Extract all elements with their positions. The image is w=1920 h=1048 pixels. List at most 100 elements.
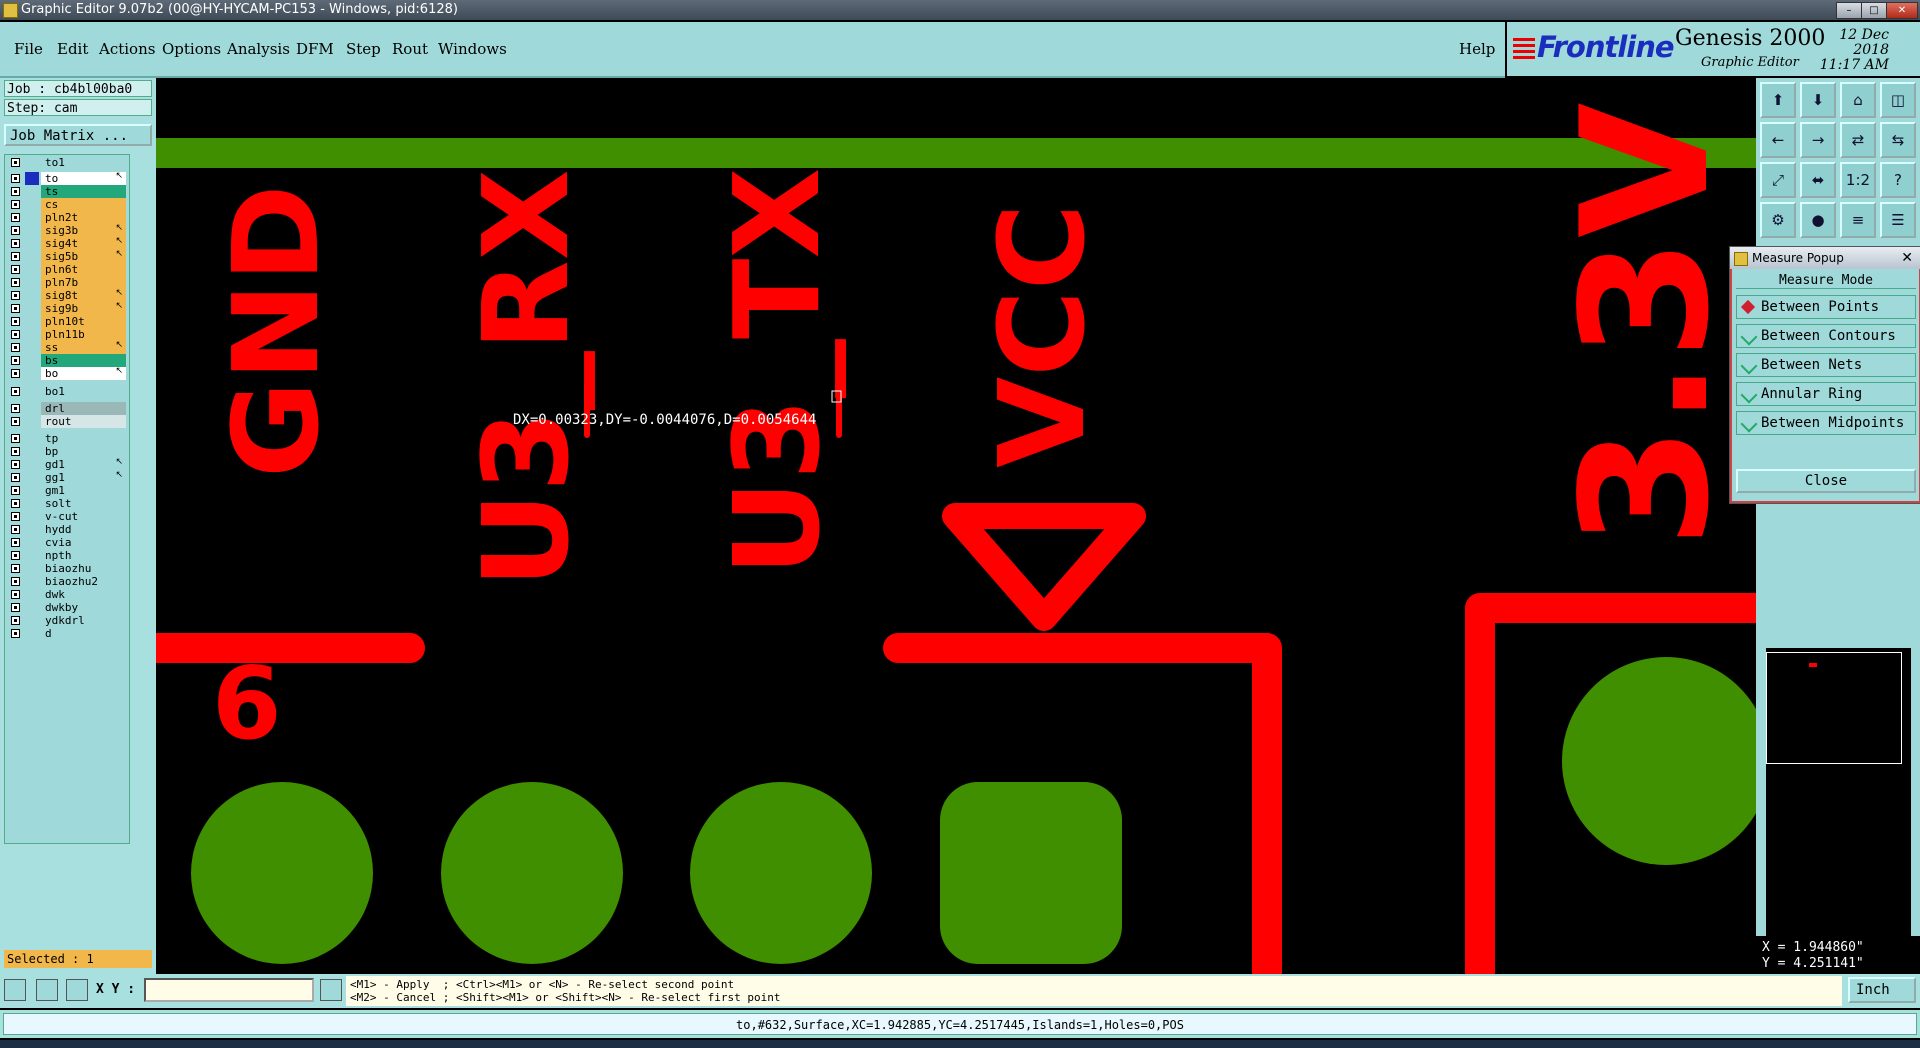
measure-mode-option[interactable]: Between Points (1736, 295, 1916, 319)
layer-row-d[interactable]: d (5, 626, 129, 641)
layer-name[interactable]: bo (41, 367, 126, 380)
layer-display-checkbox[interactable] (11, 330, 20, 339)
layer-display-checkbox[interactable] (11, 387, 20, 396)
xy-label: X Y : (96, 982, 136, 997)
layer-display-checkbox[interactable] (11, 616, 20, 625)
layer-name[interactable]: to1 (41, 156, 126, 169)
pcb-view[interactable]: GND U3_RX U3_TX VCC 3.3V 6 DX=0.00323,DY… (156, 78, 1756, 974)
layer-display-checkbox[interactable] (11, 551, 20, 560)
menu-help[interactable]: Help (1459, 40, 1495, 58)
layer-display-checkbox[interactable] (11, 343, 20, 352)
layer-display-checkbox[interactable] (11, 447, 20, 456)
grid-icon[interactable] (66, 979, 88, 1001)
open-icon[interactable]: ⬆ (1760, 82, 1796, 118)
scale-icon[interactable]: 1:2 (1840, 162, 1876, 198)
menu-edit[interactable]: Edit (57, 40, 88, 58)
zoom-icon[interactable]: ⇄ (1840, 122, 1876, 158)
layer-display-checkbox[interactable] (11, 434, 20, 443)
snap-icon[interactable]: ⇆ (1880, 122, 1916, 158)
layer-display-checkbox[interactable] (11, 174, 20, 183)
menu-options[interactable]: Options (162, 40, 221, 58)
os-taskbar (0, 1040, 1920, 1048)
cursor-icon[interactable] (320, 979, 342, 1001)
layer-row-bo[interactable]: bo ↖ (5, 366, 129, 381)
menu-windows[interactable]: Windows (438, 40, 507, 58)
layer-name[interactable]: bo1 (41, 385, 126, 398)
layer-display-checkbox[interactable] (11, 158, 20, 167)
menu-dfm[interactable]: DFM (296, 40, 334, 58)
layer-display-checkbox[interactable] (11, 564, 20, 573)
layer-display-checkbox[interactable] (11, 590, 20, 599)
close-window-button[interactable]: ✕ (1886, 2, 1918, 19)
edit-shape-icon[interactable] (36, 979, 58, 1001)
layer-display-checkbox[interactable] (11, 239, 20, 248)
save-icon[interactable]: ⬇ (1800, 82, 1836, 118)
layer-name[interactable]: rout (41, 415, 126, 428)
popup-close-icon[interactable]: ✕ (1901, 247, 1913, 269)
fit-icon[interactable]: ⤢ (1760, 162, 1796, 198)
layer-display-checkbox[interactable] (11, 213, 20, 222)
layer-display-checkbox[interactable] (11, 486, 20, 495)
layer-display-checkbox[interactable] (11, 278, 20, 287)
minimize-button[interactable]: – (1836, 2, 1862, 19)
layer-name[interactable]: d (41, 627, 126, 640)
probe-icon[interactable]: ● (1800, 202, 1836, 238)
graphic-canvas[interactable]: GND U3_RX U3_TX VCC 3.3V 6 DX=0.00323,DY… (156, 78, 1756, 974)
measure-mode-option[interactable]: Annular Ring (1736, 382, 1916, 406)
layer-display-checkbox[interactable] (11, 356, 20, 365)
layer-display-checkbox[interactable] (11, 317, 20, 326)
layer-display-checkbox[interactable] (11, 417, 20, 426)
layer-display-checkbox[interactable] (11, 369, 20, 378)
measure-mode-option[interactable]: Between Midpoints (1736, 411, 1916, 435)
layer-display-checkbox[interactable] (11, 525, 20, 534)
tool-icon[interactable]: ⚙ (1760, 202, 1796, 238)
job-matrix-button[interactable]: Job Matrix ... (4, 124, 152, 146)
pan-right-icon[interactable]: → (1800, 122, 1836, 158)
settings-icon[interactable]: ☰ (1880, 202, 1916, 238)
measure-icon[interactable]: ≡ (1840, 202, 1876, 238)
layer-display-checkbox[interactable] (11, 404, 20, 413)
layer-display-checkbox[interactable] (11, 291, 20, 300)
layer-display-checkbox[interactable] (11, 629, 20, 638)
measure-close-button[interactable]: Close (1736, 469, 1916, 493)
unit-selector[interactable]: Inch (1848, 977, 1916, 1003)
layer-display-checkbox[interactable] (11, 538, 20, 547)
radio-unselected-icon (1740, 386, 1758, 404)
layer-display-checkbox[interactable] (11, 603, 20, 612)
menu-file[interactable]: File (14, 40, 43, 58)
menu-step[interactable]: Step (346, 40, 381, 58)
measure-mode-option[interactable]: Between Nets (1736, 353, 1916, 377)
layer-row-bo1[interactable]: bo1 (5, 384, 129, 399)
window-icon[interactable]: ◫ (1880, 82, 1916, 118)
xy-input[interactable] (144, 978, 314, 1002)
draw-icon[interactable] (4, 979, 26, 1001)
layer-display-checkbox[interactable] (11, 473, 20, 482)
overview-map[interactable] (1766, 652, 1902, 764)
pan-left-icon[interactable]: ← (1760, 122, 1796, 158)
menu-analysis[interactable]: Analysis (227, 40, 290, 58)
layer-display-checkbox[interactable] (11, 252, 20, 261)
layer-row-to1[interactable]: to1 (5, 155, 129, 170)
zoom-fit-icon[interactable]: ⬌ (1800, 162, 1836, 198)
layer-display-checkbox[interactable] (11, 577, 20, 586)
hint-line-2: <M2> - Cancel ; <Shift><M1> or <Shift><N… (350, 991, 781, 1004)
menu-actions[interactable]: Actions (99, 40, 155, 58)
layer-display-checkbox[interactable] (11, 200, 20, 209)
layer-display-checkbox[interactable] (11, 499, 20, 508)
layer-display-checkbox[interactable] (11, 187, 20, 196)
sub-layer-icon: ↖ (115, 171, 123, 181)
maximize-button[interactable]: □ (1861, 2, 1887, 19)
home-icon[interactable]: ⌂ (1840, 82, 1876, 118)
layer-display-checkbox[interactable] (11, 265, 20, 274)
measure-mode-option[interactable]: Between Contours (1736, 324, 1916, 348)
layer-display-checkbox[interactable] (11, 460, 20, 469)
menu-rout[interactable]: Rout (392, 40, 428, 58)
layer-row-rout[interactable]: rout (5, 414, 129, 429)
right-toolbar-panel: ⬆ ⬇ ⌂ ◫ ← → ⇄ ⇆ ⤢ ⬌ 1:2? ⚙ ● ≡ ☰ X = 1.944860" Y = 4.2… (1756, 78, 1920, 1008)
help-icon[interactable]: ? (1880, 162, 1916, 198)
radio-unselected-icon (1740, 415, 1758, 433)
copper-strip (156, 138, 1756, 168)
layer-display-checkbox[interactable] (11, 304, 20, 313)
layer-display-checkbox[interactable] (11, 512, 20, 521)
layer-display-checkbox[interactable] (11, 226, 20, 235)
